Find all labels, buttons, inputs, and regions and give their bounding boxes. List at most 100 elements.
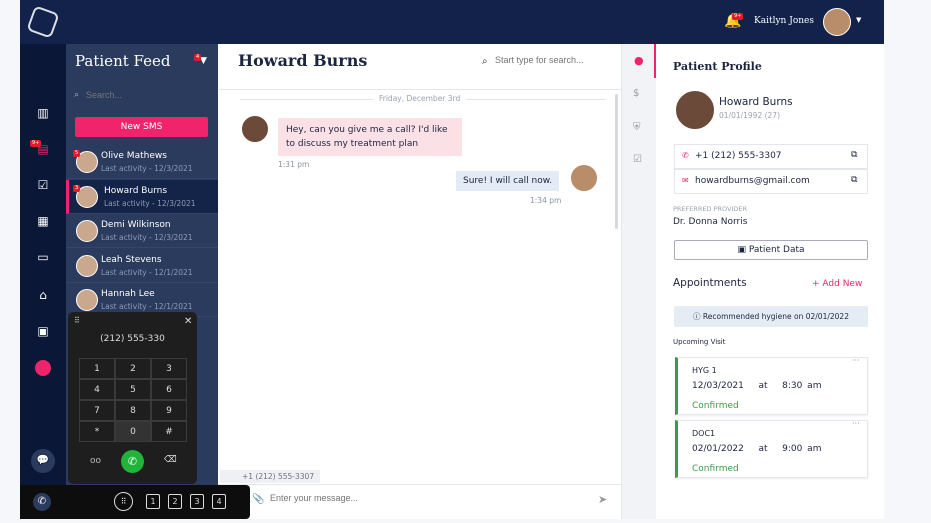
visit-card[interactable]: ··· DOC1 02/01/2022 at 9:00 am Confirmed (675, 419, 868, 478)
feed-item[interactable]: Leah Stevens Last activity - 12/1/2021 (66, 249, 218, 283)
appointments-title: Appointments (673, 277, 747, 289)
chat-search-input[interactable] (495, 55, 615, 65)
key-4[interactable]: 4 (79, 379, 115, 400)
visit-status: Confirmed (692, 401, 739, 411)
feed-search-input[interactable] (86, 88, 206, 102)
recommendation-text: Recommended hygiene on 02/01/2022 (702, 312, 849, 321)
dollar-icon[interactable]: $ (633, 88, 639, 99)
inbox-icon[interactable]: ⌂ (20, 288, 66, 302)
keypad-icon[interactable]: ⠿ (114, 492, 133, 511)
send-icon[interactable]: ➤ (598, 493, 607, 506)
backspace-icon[interactable]: ⌫ (164, 455, 177, 465)
patient-avatar (675, 90, 715, 130)
more-icon[interactable]: ··· (852, 356, 860, 365)
key-8[interactable]: 8 (115, 400, 151, 421)
key-0[interactable]: 0 (115, 421, 151, 442)
dialer-popup: ⠿ ✕ (212) 555-330 1 2 3 4 5 6 7 8 9 * 0 # oo ✆ ⌫ (68, 312, 197, 484)
patient-data-label: Patient Data (748, 245, 805, 255)
user-avatar[interactable] (823, 8, 851, 36)
patient-avatar (76, 289, 98, 311)
search-icon: ⌕ (74, 90, 80, 100)
visit-code: HYG 1 (692, 366, 717, 375)
upcoming-label: Upcoming Visit (673, 338, 726, 346)
key-*[interactable]: * (79, 421, 115, 442)
feed-item[interactable]: 3 Howard Burns Last activity - 12/3/2021 (66, 179, 218, 214)
calendar-icon[interactable]: ▦ (20, 214, 66, 228)
clipboard-icon[interactable]: ▣ (20, 324, 66, 338)
drag-handle-icon[interactable]: ⠿ (74, 316, 80, 325)
more-icon[interactable]: ··· (852, 419, 860, 428)
dashboard-icon[interactable]: ▥ (20, 106, 66, 120)
filter-icon[interactable]: ▼ (200, 56, 207, 66)
line-button[interactable]: 4 (212, 494, 226, 509)
visit-card[interactable]: ··· HYG 1 12/03/2021 at 8:30 am Confirme… (675, 356, 868, 415)
copy-icon[interactable]: ⧉ (851, 175, 857, 185)
patient-name: Hannah Lee (101, 289, 155, 299)
key-9[interactable]: 9 (151, 400, 187, 421)
key-2[interactable]: 2 (115, 358, 151, 379)
visit-datetime: 12/03/2021 at 8:30 am (692, 381, 822, 391)
phone-icon[interactable]: ✆ (33, 493, 51, 511)
patient-name: Leah Stevens (101, 254, 162, 265)
feed-item[interactable]: Demi Wilkinson Last activity - 12/3/2021 (66, 214, 218, 248)
id-card-icon[interactable]: ▭ (20, 250, 66, 264)
line-button[interactable]: 3 (190, 494, 204, 509)
analytics-icon[interactable] (35, 360, 51, 376)
key-3[interactable]: 3 (151, 358, 187, 379)
chevron-down-icon[interactable]: ▼ (856, 16, 861, 24)
new-sms-button[interactable]: New SMS (75, 117, 208, 137)
profile-title: Patient Profile (673, 60, 762, 73)
line-button[interactable]: 1 (146, 494, 160, 509)
filter-badge: 4 (194, 54, 202, 61)
provider-label: PREFERRED PROVIDER (673, 205, 748, 213)
nav-rail: ▥ ▤ 9+ ☑ ▦ ▭ ⌂ ▣ 💬 (20, 44, 66, 485)
tasks-icon[interactable]: ☑ (633, 154, 642, 165)
key-1[interactable]: 1 (79, 358, 115, 379)
date-label: Friday, December 3rd (373, 94, 467, 103)
scrollbar[interactable] (615, 94, 618, 229)
last-activity: Last activity - 12/1/2021 (101, 302, 193, 311)
last-activity: Last activity - 12/3/2021 (101, 164, 193, 173)
from-number-select[interactable]: +1 (212) 555-3307 ⌄ (220, 470, 320, 494)
person-icon[interactable]: ● (634, 54, 644, 67)
messages-icon[interactable]: ▤ (20, 142, 66, 156)
close-icon[interactable]: ✕ (184, 316, 192, 327)
unread-badge: 5 (73, 150, 81, 157)
profile-rail: ● $ ⛨ ☑ (622, 44, 656, 519)
key-6[interactable]: 6 (151, 379, 187, 400)
phone-icon: ✆ (682, 151, 689, 160)
chat-bubble-icon[interactable]: 💬 (31, 449, 55, 473)
message-divider (218, 484, 622, 485)
patient-name: Howard Burns (104, 185, 168, 196)
header-divider (218, 89, 622, 90)
patient-phone: +1 (212) 555-3307 (695, 151, 782, 161)
messages-badge: 9+ (30, 140, 42, 147)
visit-code: DOC1 (692, 429, 716, 438)
last-activity: Last activity - 12/1/2021 (101, 267, 193, 277)
message-input[interactable] (270, 493, 570, 503)
patient-profile: Patient Profile Howard Burns 01/01/1992 … (656, 44, 884, 519)
last-activity: Last activity - 12/3/2021 (104, 198, 196, 208)
message-bubble: Sure! I will call now. (456, 171, 560, 191)
tasks-icon[interactable]: ☑ (20, 178, 66, 192)
sender-avatar (241, 115, 269, 143)
user-name[interactable]: Kaitlyn Jones (754, 16, 814, 26)
patient-name: Olive Mathews (101, 151, 167, 161)
insurance-icon[interactable]: ⛨ (633, 122, 641, 133)
feed-item[interactable]: 5 Olive Mathews Last activity - 12/3/202… (66, 145, 218, 179)
call-button[interactable]: ✆ (121, 450, 144, 473)
message-time: 1:34 pm (530, 196, 562, 205)
line-button[interactable]: 2 (168, 494, 182, 509)
key-#[interactable]: # (151, 421, 187, 442)
feed-title: Patient Feed (75, 52, 171, 70)
add-new-link[interactable]: + Add New (812, 279, 862, 289)
key-7[interactable]: 7 (79, 400, 115, 421)
attach-icon[interactable]: 📎 (252, 494, 264, 505)
notifications-badge: 9+ (732, 13, 744, 20)
copy-icon[interactable]: ⧉ (851, 150, 857, 160)
email-icon: ✉ (682, 176, 689, 185)
patient-data-button[interactable]: ▣ Patient Data (674, 240, 868, 260)
voicemail-icon[interactable]: oo (90, 456, 101, 466)
key-5[interactable]: 5 (115, 379, 151, 400)
from-number: +1 (212) 555-3307 (242, 472, 315, 481)
